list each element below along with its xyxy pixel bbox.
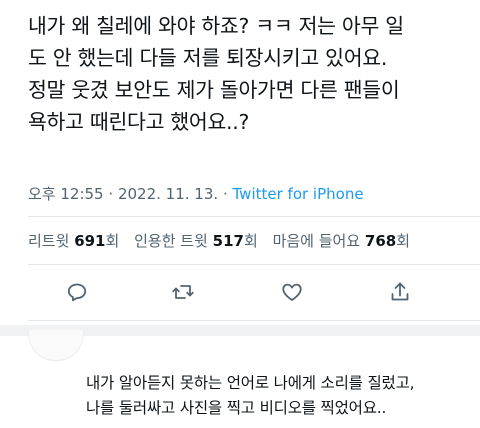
retweets-label: 리트윗 xyxy=(28,232,70,250)
heart-icon xyxy=(282,283,302,301)
divider xyxy=(28,264,480,265)
quotes-count: 517 xyxy=(212,232,244,250)
meta-separator: · xyxy=(222,185,228,203)
quotes-unit: 회 xyxy=(243,232,258,250)
divider xyxy=(28,216,480,217)
quotes-stat[interactable]: 인용한 트윗 517회 xyxy=(134,232,258,250)
likes-count: 768 xyxy=(364,232,397,250)
tweet-time[interactable]: 오후 12:55 xyxy=(28,185,104,203)
likes-label: 마음에 들어요 xyxy=(272,232,361,250)
avatar[interactable] xyxy=(28,330,84,361)
retweet-icon xyxy=(172,285,194,299)
meta-separator: · xyxy=(108,185,114,203)
tweet-date[interactable]: 2022. 11. 13. xyxy=(118,185,218,203)
tweet-timestamp: 오후 12:55 · 2022. 11. 13. · Twitter for i… xyxy=(28,183,364,204)
comment-icon xyxy=(67,283,87,302)
share-button[interactable] xyxy=(380,272,420,312)
reply-text: 내가 알아듣지 못하는 언어로 나에게 소리를 질렀고, 나를 둘러싸고 사진을… xyxy=(86,374,415,417)
divider xyxy=(28,320,480,321)
retweets-count: 691 xyxy=(74,232,106,250)
likes-stat[interactable]: 마음에 들어요 768회 xyxy=(273,232,410,250)
like-button[interactable] xyxy=(272,272,312,312)
reply-button[interactable] xyxy=(57,272,97,312)
likes-unit: 회 xyxy=(396,232,411,250)
share-icon xyxy=(391,282,409,301)
retweets-stat[interactable]: 리트윗 691회 xyxy=(28,232,119,250)
retweet-button[interactable] xyxy=(163,272,203,312)
tweet-source-link[interactable]: Twitter for iPhone xyxy=(233,185,364,203)
retweets-unit: 회 xyxy=(105,232,120,250)
quotes-label: 인용한 트윗 xyxy=(134,232,208,250)
tweet-stats: 리트윗 691회 인용한 트윗 517회 마음에 들어요 768회 xyxy=(28,230,410,251)
tweet-action-bar xyxy=(0,272,480,312)
tweet-text: 내가 왜 칠레에 와야 하죠? ㅋㅋ 저는 아무 일 도 안 했는데 다들 저를… xyxy=(28,14,404,134)
